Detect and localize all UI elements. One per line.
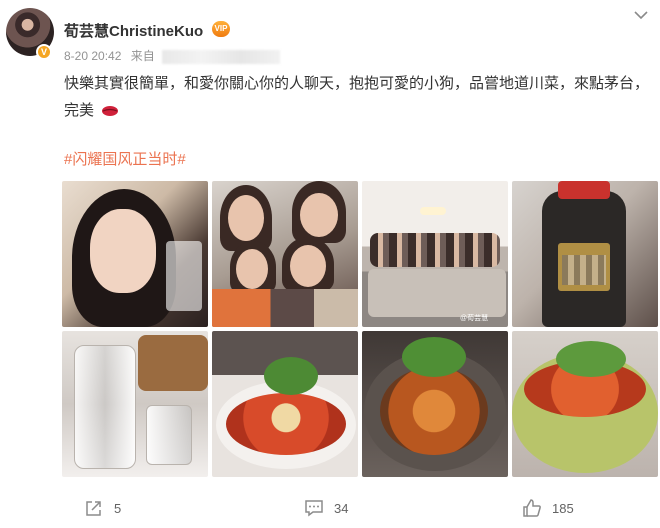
post-date[interactable]: 8-20 20:42 — [64, 49, 121, 63]
share-count: 5 — [114, 500, 122, 516]
photo-baijiu-bottle[interactable] — [512, 181, 658, 327]
action-bar: 5 34 185 — [0, 490, 660, 528]
photo-shape — [236, 249, 268, 289]
photo-sichuan-fish[interactable] — [212, 331, 358, 477]
photo-shape — [380, 367, 488, 455]
photo-shape — [166, 241, 202, 311]
vip-badge-icon[interactable]: VIP — [212, 21, 230, 37]
post-text: 快樂其實很簡單，和愛你關心你的人聊天，抱抱可愛的小狗，品嘗地道川菜，來點茅台，完… — [64, 75, 650, 119]
photo-decanter-glass[interactable] — [62, 331, 208, 477]
weibo-post: V 荀芸慧ChristineKuo VIP 8-20 20:42 来自 快樂其實… — [0, 0, 660, 528]
like-count: 185 — [552, 500, 574, 516]
photo-spicy-crab[interactable] — [362, 331, 508, 477]
post-content: 快樂其實很簡單，和愛你關心你的人聊天，抱抱可愛的小狗，品嘗地道川菜，來點茅台，完… — [64, 70, 654, 124]
comment-icon — [305, 500, 323, 517]
photo-shape — [226, 393, 346, 455]
more-chevron-icon[interactable] — [634, 10, 648, 20]
photo-shape — [212, 289, 358, 327]
photo-shape — [228, 195, 264, 241]
source-label: 来自 — [130, 49, 155, 63]
photo-shape — [90, 209, 156, 293]
photo-shape — [368, 269, 506, 317]
comment-button[interactable]: 34 — [304, 498, 348, 518]
photo-shape — [74, 345, 136, 469]
photo-selfie[interactable] — [62, 181, 208, 327]
photo-group-friends[interactable] — [212, 181, 358, 327]
lips-emoji-icon — [102, 106, 119, 117]
comment-count: 34 — [334, 500, 349, 516]
photo-shape — [558, 181, 610, 199]
like-button[interactable]: 185 — [522, 498, 574, 518]
photo-shape — [562, 255, 606, 285]
like-icon — [523, 499, 541, 517]
photo-shape — [402, 337, 466, 377]
verified-badge-icon: V — [36, 44, 52, 60]
blurred-source — [162, 49, 281, 64]
photo-chili-pot[interactable] — [512, 331, 658, 477]
photo-shape — [264, 357, 318, 395]
photo-shape — [146, 405, 192, 465]
hashtag-link[interactable]: #闪耀国风正当时# — [64, 148, 186, 169]
photo-shape — [420, 207, 446, 215]
share-button[interactable]: 5 — [84, 498, 121, 518]
post-meta: 8-20 20:42 来自 — [64, 47, 281, 64]
share-icon — [86, 501, 101, 516]
photo-shape — [290, 245, 326, 287]
photo-shape — [370, 233, 500, 267]
username[interactable]: 荀芸慧ChristineKuo — [64, 20, 203, 41]
photo-shape — [138, 335, 208, 391]
photo-grid: @荀芸慧 — [62, 181, 658, 477]
photo-living-room[interactable]: @荀芸慧 — [362, 181, 508, 327]
photo-shape — [556, 341, 626, 377]
photo-shape — [300, 193, 338, 237]
photo-watermark: @荀芸慧 — [460, 315, 489, 322]
